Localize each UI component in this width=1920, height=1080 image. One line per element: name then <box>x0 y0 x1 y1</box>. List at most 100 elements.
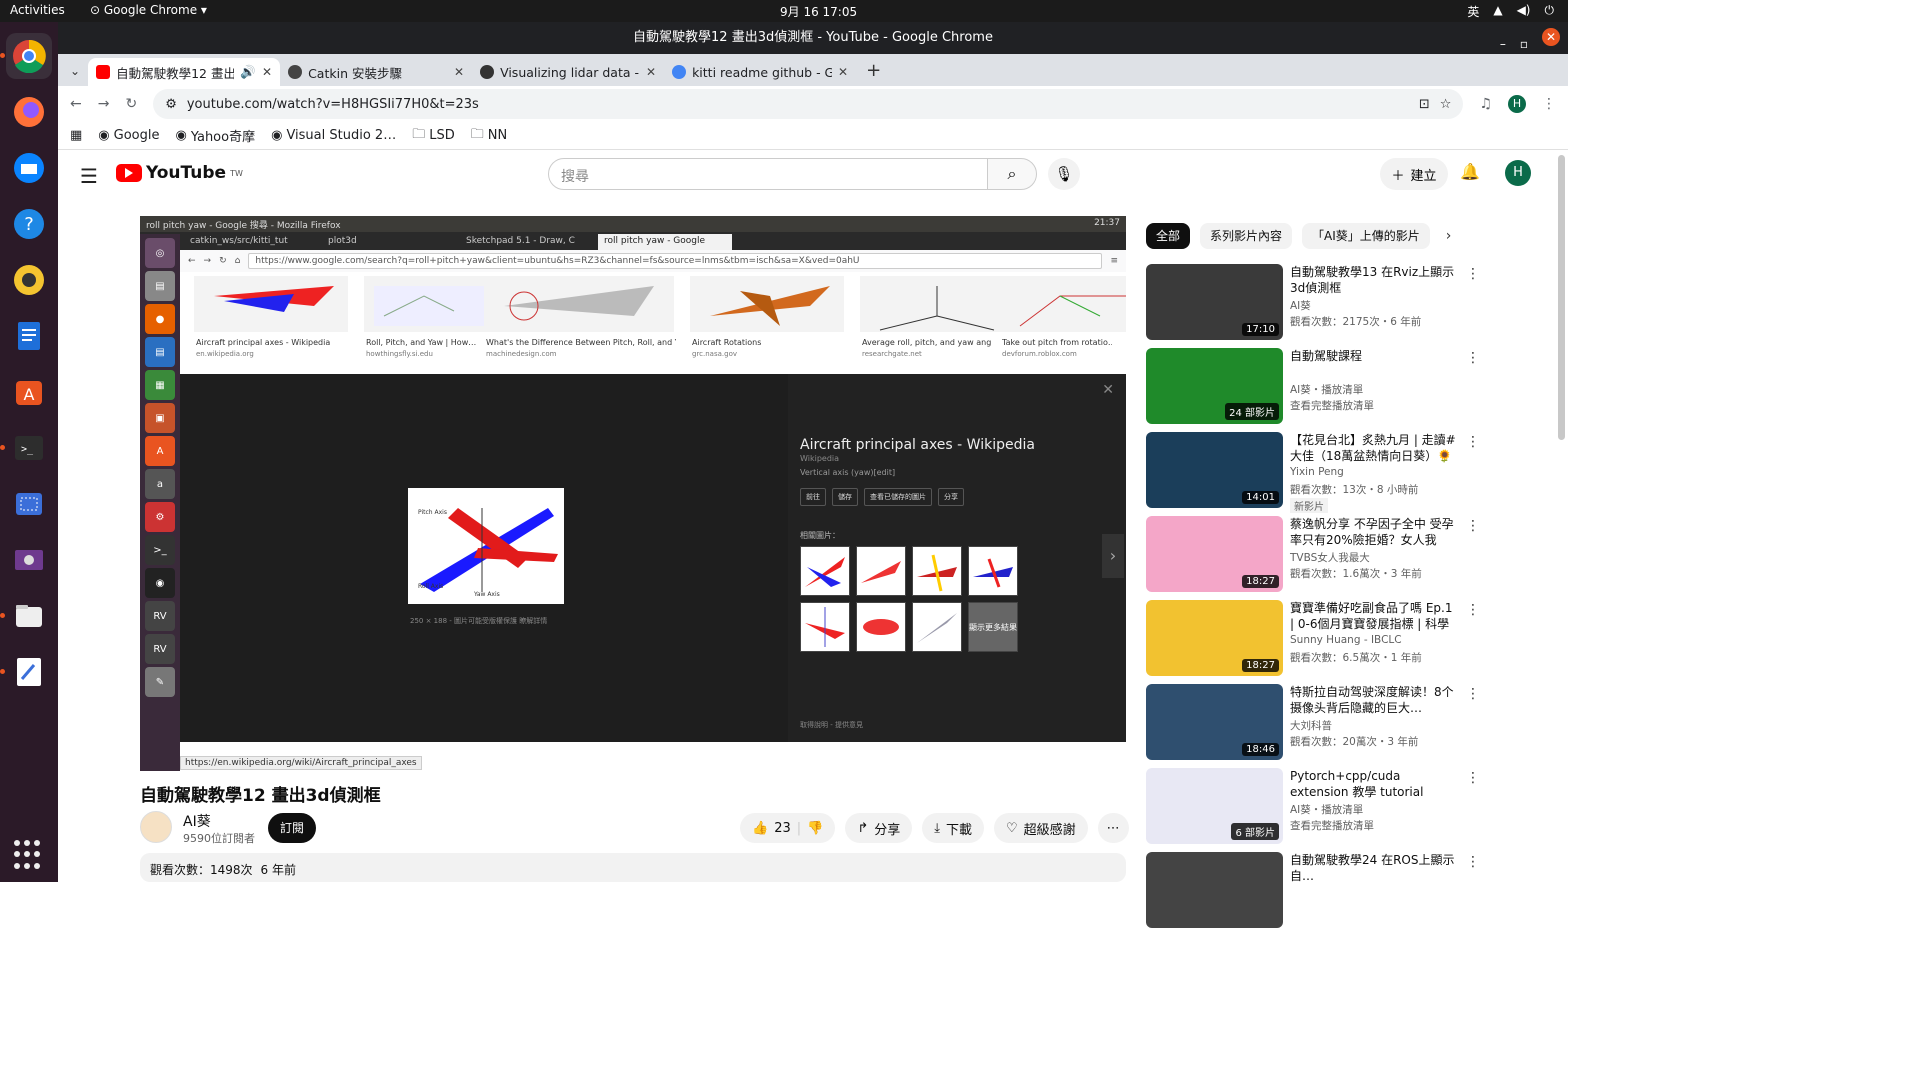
activities-button[interactable]: Activities <box>10 3 65 17</box>
chrome-menu-icon[interactable]: ⋮ <box>1542 96 1556 112</box>
screenshot-icon[interactable] <box>6 481 52 527</box>
subscribe-button[interactable]: 訂閱 <box>268 813 316 843</box>
channel-avatar[interactable] <box>140 811 172 843</box>
install-icon[interactable]: ⊡ <box>1419 97 1430 112</box>
video-thumbnail[interactable]: 14:01 <box>1146 432 1283 508</box>
related-channel[interactable]: AI葵・播放清單 <box>1290 802 1363 817</box>
more-actions-button[interactable]: ⋯ <box>1097 813 1129 843</box>
account-avatar[interactable]: H <box>1505 160 1531 186</box>
media-control-icon[interactable]: ♫ <box>1479 96 1492 112</box>
video-thumbnail[interactable] <box>1146 852 1283 928</box>
input-method[interactable]: 英 <box>1467 3 1479 20</box>
related-title[interactable]: 自動駕駛教學13 在Rviz上顯示3d偵測框 <box>1290 264 1458 296</box>
more-options-icon[interactable]: ⋮ <box>1466 686 1480 702</box>
new-tab-button[interactable]: + <box>856 60 891 86</box>
site-info-icon[interactable]: ⚙ <box>165 97 177 112</box>
related-video-item[interactable]: 自動駕駛教學24 在ROS上顯示自… ⋮ <box>1146 850 1480 934</box>
video-thumbnail[interactable]: 18:46 <box>1146 684 1283 760</box>
related-video-item[interactable]: 17:10 自動駕駛教學13 在Rviz上顯示3d偵測框 AI葵 觀看次數：21… <box>1146 262 1480 346</box>
audio-icon[interactable]: 🔊 <box>240 64 256 80</box>
apps-grid-icon[interactable]: ▦ <box>70 128 82 143</box>
related-channel[interactable]: Yixin Peng <box>1290 466 1344 478</box>
related-title[interactable]: 自動駕駛課程 <box>1290 348 1458 364</box>
chevron-right-icon[interactable]: › <box>1446 228 1452 244</box>
chip-all[interactable]: 全部 <box>1146 223 1191 249</box>
forward-button[interactable]: → <box>98 96 110 112</box>
video-thumbnail[interactable]: 18:27 <box>1146 600 1283 676</box>
related-video-item[interactable]: 14:01 【花見台北】炙熱九月 | 走讀#大佳（18萬盆熱情向日葵）🌻#… Y… <box>1146 430 1480 514</box>
libreoffice-writer-icon[interactable] <box>6 313 52 359</box>
terminal-icon[interactable]: >_ <box>0 425 52 471</box>
bookmark-yahoo[interactable]: ◉ Yahoo奇摩 <box>175 126 255 145</box>
address-bar[interactable]: ⚙ youtube.com/watch?v=H8HGSIi77H0&t=23s … <box>153 89 1464 119</box>
search-button[interactable]: ⌕ <box>987 158 1037 190</box>
tab-close-icon[interactable]: ✕ <box>262 65 272 79</box>
related-title[interactable]: 【花見台北】炙熱九月 | 走讀#大佳（18萬盆熱情向日葵）🌻#… <box>1290 432 1458 464</box>
software-center-icon[interactable]: A <box>6 369 52 415</box>
system-tray[interactable]: 英 ▲ ◀) ⏻ <box>1467 3 1554 20</box>
related-video-item[interactable]: 18:27 蔡逸帆分享 不孕因子全中 受孕率只有20%險拒婚？女人我最… TVB… <box>1146 514 1480 598</box>
close-window-button[interactable]: ✕ <box>1542 28 1560 46</box>
video-player-icon[interactable] <box>6 537 52 583</box>
related-channel[interactable]: Sunny Huang - IBCLC <box>1290 634 1402 646</box>
download-button[interactable]: ⤓ 下載 <box>922 813 984 843</box>
files-icon[interactable] <box>0 593 52 639</box>
bookmark-star-icon[interactable]: ☆ <box>1440 97 1452 112</box>
related-channel[interactable]: TVBS女人我最大 <box>1290 550 1370 565</box>
more-options-icon[interactable]: ⋮ <box>1466 854 1480 870</box>
firefox-icon[interactable] <box>6 89 52 135</box>
chip-series[interactable]: 系列影片內容 <box>1200 223 1293 249</box>
search-input[interactable]: 搜尋 <box>548 158 988 190</box>
related-title[interactable]: 蔡逸帆分享 不孕因子全中 受孕率只有20%險拒婚？女人我最… <box>1290 516 1458 548</box>
chrome-icon[interactable] <box>0 33 52 79</box>
super-thanks-button[interactable]: ♡ 超級感謝 <box>994 813 1088 843</box>
related-channel[interactable]: 大刘科普 <box>1290 718 1332 733</box>
back-button[interactable]: ← <box>70 96 82 112</box>
page-scrollbar[interactable] <box>1558 155 1565 440</box>
show-apps-icon[interactable] <box>14 840 44 870</box>
more-options-icon[interactable]: ⋮ <box>1466 266 1480 282</box>
playlist-thumbnail[interactable]: 6 部影片 <box>1146 768 1283 844</box>
thumbs-down-icon[interactable]: 👎 <box>807 821 823 836</box>
related-title[interactable]: Pytorch+cpp/cuda extension 教學 tutorial <box>1290 768 1458 800</box>
channel-name[interactable]: AI葵 <box>183 811 211 831</box>
voice-search-button[interactable]: 🎙 <box>1048 158 1080 190</box>
more-options-icon[interactable]: ⋮ <box>1466 602 1480 618</box>
rhythmbox-icon[interactable] <box>6 257 52 303</box>
related-title[interactable]: 寶寶準備好吃副食品了嗎 Ep.1 | 0-6個月寶寶發展指標 | 科學育兒 <box>1290 600 1458 632</box>
tab-catkin[interactable]: Catkin 安裝步驟 ✕ <box>280 58 472 86</box>
text-editor-icon[interactable] <box>0 649 52 695</box>
tab-youtube[interactable]: 自動駕駛教學12 畫出3 🔊 ✕ <box>88 58 281 86</box>
help-icon[interactable]: ? <box>6 201 52 247</box>
bookmark-visual-studio[interactable]: ◉ Visual Studio 2… <box>271 128 396 143</box>
more-options-icon[interactable]: ⋮ <box>1466 770 1480 786</box>
more-options-icon[interactable]: ⋮ <box>1466 350 1480 366</box>
app-menu[interactable]: ⊙ Google Chrome ▾ <box>90 3 207 17</box>
more-options-icon[interactable]: ⋮ <box>1466 518 1480 534</box>
tab-close-icon[interactable]: ✕ <box>646 65 656 79</box>
thunderbird-icon[interactable] <box>6 145 52 191</box>
related-channel[interactable]: AI葵 <box>1290 298 1311 313</box>
related-video-item[interactable]: 18:46 特斯拉自动驾驶深度解读！8个摄像头背后隐藏的巨大… 大刘科普 觀看次… <box>1146 682 1480 766</box>
video-thumbnail[interactable]: 17:10 <box>1146 264 1283 340</box>
related-video-item[interactable]: 18:27 寶寶準備好吃副食品了嗎 Ep.1 | 0-6個月寶寶發展指標 | 科… <box>1146 598 1480 682</box>
create-button[interactable]: ＋ 建立 <box>1380 158 1448 190</box>
video-player[interactable]: roll pitch yaw - Google 搜尋 - Mozilla Fir… <box>140 216 1126 771</box>
video-thumbnail[interactable]: 18:27 <box>1146 516 1283 592</box>
bookmark-folder-lsd[interactable]: 🗀 LSD <box>412 125 455 147</box>
like-button[interactable]: 👍 23 | 👎 <box>740 813 836 843</box>
related-title[interactable]: 特斯拉自动驾驶深度解读！8个摄像头背后隐藏的巨大… <box>1290 684 1458 716</box>
tab-kitti[interactable]: kitti readme github - Goo ✕ <box>664 58 856 86</box>
notifications-bell-icon[interactable]: 🔔 <box>1460 162 1480 181</box>
tab-search-icon[interactable]: ⌄ <box>66 64 88 86</box>
youtube-logo[interactable]: YouTube TW <box>116 163 243 183</box>
tab-close-icon[interactable]: ✕ <box>454 65 464 79</box>
bookmark-folder-nn[interactable]: 🗀 NN <box>471 125 507 147</box>
description-box[interactable]: 觀看次數：1498次 6 年前 <box>140 853 1126 882</box>
hamburger-menu-icon[interactable]: ☰ <box>80 164 98 188</box>
tab-close-icon[interactable]: ✕ <box>838 65 848 79</box>
related-meta[interactable]: 查看完整播放清單 <box>1290 398 1374 413</box>
share-button[interactable]: ↱ 分享 <box>845 813 913 843</box>
profile-avatar[interactable]: H <box>1508 95 1526 113</box>
clock[interactable]: 9月 16 17:05 <box>780 3 857 20</box>
